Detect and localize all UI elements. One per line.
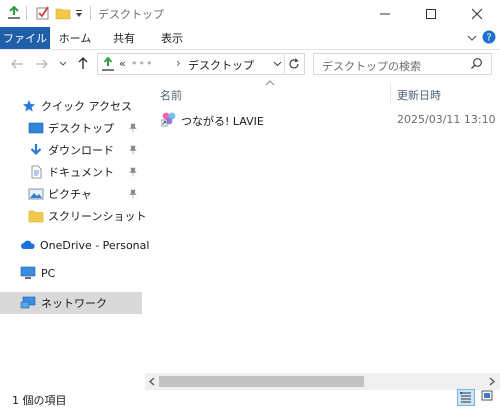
- nav-item-label: ピクチャ: [48, 188, 92, 201]
- nav-onedrive[interactable]: OneDrive - Personal: [20, 234, 149, 256]
- folder-icon: [28, 210, 44, 223]
- nav-item-pictures[interactable]: ピクチャ: [28, 183, 92, 205]
- nav-item-screenshots[interactable]: スクリーンショット: [28, 205, 146, 227]
- details-view-button[interactable]: [457, 389, 475, 406]
- column-header-date[interactable]: 更新日時: [397, 87, 441, 103]
- pin-icon[interactable]: [128, 167, 138, 177]
- item-count: 1 個の項目: [12, 394, 67, 407]
- address-dropdown-icon[interactable]: [273, 61, 282, 67]
- nav-item-label: ドキュメント: [48, 166, 114, 179]
- location-icon: [101, 56, 115, 72]
- nav-item-downloads[interactable]: ダウンロード: [28, 139, 114, 161]
- large-icons-view-icon: [481, 390, 493, 401]
- desktop-icon: [28, 122, 44, 134]
- document-icon: [31, 165, 42, 179]
- tab-home[interactable]: ホーム: [52, 27, 98, 49]
- star-icon: [23, 100, 35, 112]
- ribbon-expand-icon[interactable]: [466, 32, 478, 44]
- nav-network-label: ネットワーク: [41, 297, 107, 310]
- tab-file[interactable]: ファイル: [0, 27, 50, 49]
- column-header-name[interactable]: 名前: [160, 87, 182, 103]
- nav-network[interactable]: ネットワーク: [20, 292, 107, 314]
- refresh-icon[interactable]: [288, 58, 300, 70]
- pictures-icon: [28, 188, 44, 200]
- check-properties-icon[interactable]: [35, 5, 51, 21]
- up-icon[interactable]: [77, 56, 89, 70]
- scrollbar-thumb[interactable]: [159, 376, 364, 387]
- address-divider: [284, 54, 285, 74]
- address-current[interactable]: デスクトップ: [188, 57, 254, 73]
- title-separator: [90, 6, 91, 20]
- nav-onedrive-label: OneDrive - Personal: [40, 238, 150, 252]
- scroll-left-icon[interactable]: [148, 377, 156, 386]
- nav-pc-label: PC: [41, 266, 56, 280]
- network-icon: [20, 296, 36, 309]
- back-icon[interactable]: [10, 58, 24, 70]
- search-placeholder: デスクトップの検索: [322, 60, 421, 73]
- minimize-button[interactable]: [362, 0, 408, 27]
- column-divider[interactable]: [390, 83, 391, 103]
- forward-icon[interactable]: [35, 58, 49, 70]
- maximize-button[interactable]: [408, 0, 454, 27]
- nav-item-label: ダウンロード: [48, 144, 114, 157]
- pin-icon[interactable]: [128, 189, 138, 199]
- window-title: デスクトップ: [98, 8, 164, 21]
- nav-item-label: デスクトップ: [48, 122, 114, 135]
- details-view-icon: [460, 392, 471, 403]
- large-icons-view-button[interactable]: [479, 389, 497, 406]
- address-overflow[interactable]: «: [119, 57, 126, 70]
- qat-dropdown-icon[interactable]: [74, 6, 84, 20]
- nav-pc[interactable]: PC: [20, 262, 55, 284]
- sort-up-icon: [265, 80, 275, 86]
- address-hidden-segment[interactable]: •••: [131, 57, 153, 70]
- file-name[interactable]: つながる! LAVIE: [181, 113, 264, 129]
- new-folder-icon[interactable]: [55, 5, 71, 21]
- shortcut-app-icon: [161, 111, 178, 127]
- file-modified: 2025/03/11 13:10: [397, 113, 496, 126]
- nav-item-label: スクリーンショット: [48, 210, 147, 223]
- nav-item-documents[interactable]: ドキュメント: [28, 161, 114, 183]
- search-icon[interactable]: [470, 57, 483, 70]
- address-separator[interactable]: ›: [176, 56, 181, 70]
- computer-icon: [20, 266, 36, 279]
- pin-icon[interactable]: [128, 123, 138, 133]
- close-button[interactable]: [454, 0, 500, 27]
- cloud-icon: [21, 240, 35, 249]
- nav-quick-access[interactable]: クイック アクセス: [22, 95, 132, 117]
- recent-locations-icon[interactable]: [59, 61, 67, 67]
- tab-view[interactable]: 表示: [152, 27, 192, 49]
- pin-icon[interactable]: [128, 145, 138, 155]
- tab-share[interactable]: 共有: [104, 27, 144, 49]
- svg-text:?: ?: [486, 33, 491, 44]
- qat-separator: [26, 6, 27, 20]
- nav-quick-access-label: クイック アクセス: [41, 100, 132, 113]
- nav-item-desktop[interactable]: デスクトップ: [28, 117, 114, 139]
- properties-icon[interactable]: [6, 5, 22, 21]
- download-icon: [30, 144, 42, 156]
- help-icon[interactable]: ?: [482, 30, 496, 44]
- scroll-right-icon[interactable]: [488, 377, 496, 386]
